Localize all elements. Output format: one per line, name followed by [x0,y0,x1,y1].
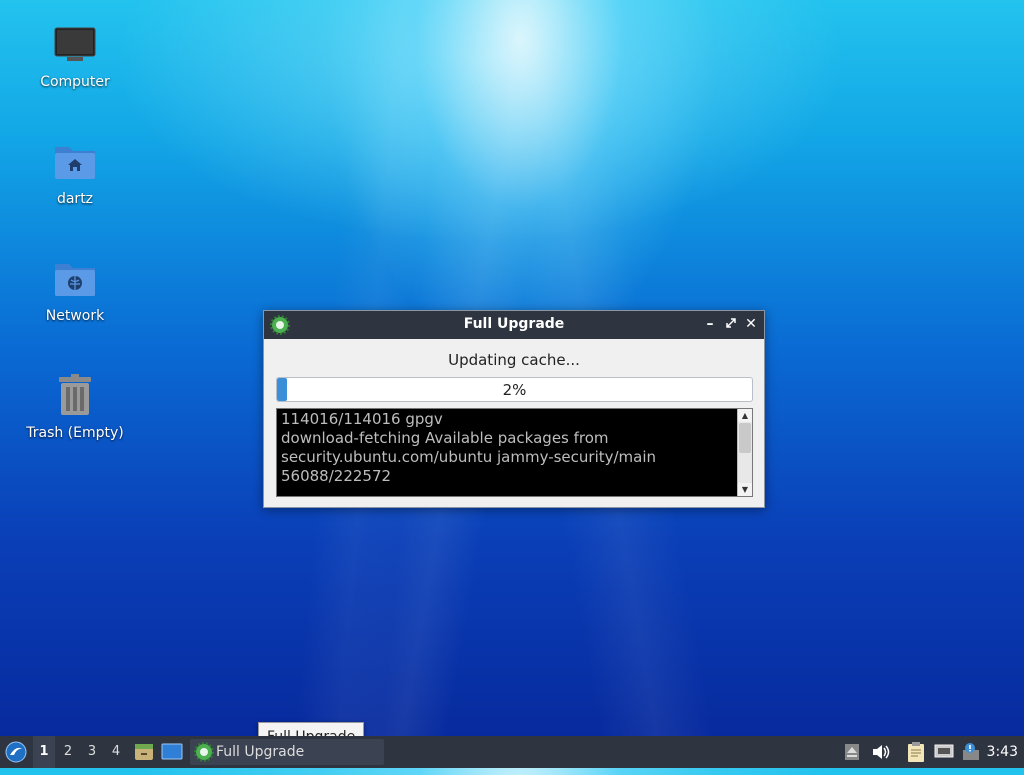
desktop-icon-label: Trash (Empty) [26,425,124,441]
taskbar: 1 2 3 4 Full Upgrade 3:43 [0,736,1024,768]
minimize-button[interactable]: – [701,315,719,333]
workspace-3[interactable]: 3 [81,736,103,768]
window-title: Full Upgrade [463,316,565,332]
clock[interactable]: 3:43 [987,736,1018,768]
desktop-icon-network[interactable]: Network [15,256,135,324]
computer-icon [51,22,99,70]
start-menu-button[interactable] [2,736,30,768]
scroll-up-icon[interactable]: ▲ [738,409,752,422]
maximize-button[interactable] [722,315,740,333]
network-icon[interactable] [932,736,956,768]
gear-icon [194,742,214,762]
log-line: 56088/222572 [281,467,392,485]
scroll-thumb[interactable] [739,423,751,453]
maximize-icon [726,318,736,328]
log-scrollbar[interactable]: ▲ ▼ [737,409,752,496]
task-label: Full Upgrade [216,744,305,760]
update-notification-icon[interactable] [959,736,983,768]
show-desktop-button[interactable] [160,736,184,768]
home-folder-icon [51,139,99,187]
desktop-icon-home[interactable]: dartz [15,139,135,207]
desktop-icon-label: Network [45,308,105,324]
workspace-2[interactable]: 2 [57,736,79,768]
progress-bar: 2% [276,377,753,402]
clipboard-icon[interactable] [905,736,927,768]
lubuntu-logo-icon [5,741,27,763]
taskbar-task-full-upgrade[interactable]: Full Upgrade [190,739,384,765]
scroll-down-icon[interactable]: ▼ [738,483,752,496]
eject-icon[interactable] [842,736,862,768]
window-titlebar[interactable]: Full Upgrade – ✕ [264,311,764,339]
status-label: Updating cache... [448,351,580,369]
volume-icon[interactable] [870,736,892,768]
desktop-icon-label: Computer [40,74,110,90]
desktop-icon-label: dartz [56,191,94,207]
workspace-4[interactable]: 4 [105,736,127,768]
progress-label: 2% [502,381,527,399]
output-log[interactable]: 114016/114016 gpgv download-fetching Ava… [276,408,753,497]
file-manager-launcher[interactable] [132,736,156,768]
desktop-icon-trash[interactable]: Trash (Empty) [15,373,135,441]
close-button[interactable]: ✕ [742,315,760,333]
desktop-icon-computer[interactable]: Computer [15,22,135,90]
log-line: download-fetching Available packages fro… [281,429,609,447]
trash-icon [51,373,99,421]
network-folder-icon [51,256,99,304]
file-cabinet-icon [135,744,153,760]
workspace-1[interactable]: 1 [33,736,55,768]
full-upgrade-window: Full Upgrade – ✕ Updating cache... 2% 11… [263,310,765,508]
log-line: security.ubuntu.com/ubuntu jammy-securit… [281,448,657,466]
log-line: 114016/114016 gpgv [281,410,443,428]
desktop-icon [161,743,183,760]
